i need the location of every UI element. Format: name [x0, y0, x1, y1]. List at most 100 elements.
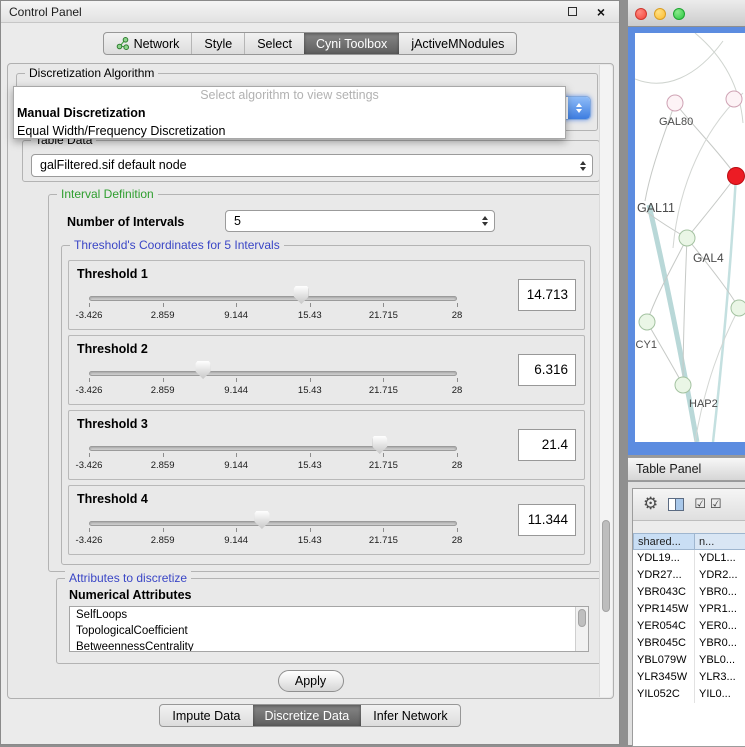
table-row[interactable]: YDR27...YDR2...	[633, 567, 745, 584]
slider-thumb[interactable]	[372, 436, 387, 454]
list-scrollbar[interactable]	[575, 607, 588, 651]
bottom-tab-bar: Impute Data Discretize Data Infer Networ…	[1, 704, 619, 727]
right-panel: GAL80 GAL11 GAL4 GCY1 HAP2 Table Panel ⚙…	[628, 0, 745, 745]
node-label: GAL4	[693, 251, 724, 265]
table-panel-header: Table Panel	[628, 457, 745, 481]
select-checkbox-icon[interactable]: ☑	[710, 498, 722, 511]
threshold-4-panel: Threshold 4 -3.426 2.859 9.144 15.43 21.…	[68, 485, 585, 555]
tab-infer-network[interactable]: Infer Network	[361, 705, 459, 726]
table-panel-title: Table Panel	[636, 462, 701, 476]
threshold-2-value-field[interactable]: 6.316	[518, 354, 576, 386]
panel-title: Control Panel	[9, 1, 82, 23]
table-row[interactable]: YBL079WYBL0...	[633, 652, 745, 669]
tab-discretize-data[interactable]: Discretize Data	[253, 705, 362, 726]
table-row[interactable]: YLR345WYLR3...	[633, 669, 745, 686]
threshold-label: Threshold 3	[77, 417, 148, 431]
tab-label: Discretize Data	[265, 709, 350, 723]
threshold-3-slider[interactable]: -3.426 2.859 9.144 15.43 21.715 28	[89, 433, 457, 477]
table-row[interactable]: YER054CYER0...	[633, 618, 745, 635]
numerical-attributes-list[interactable]: SelfLoops TopologicalCoefficient Between…	[69, 606, 589, 652]
slider-groove	[89, 371, 457, 376]
threshold-coordinates-group: Threshold's Coordinates for 5 Intervals …	[61, 245, 591, 565]
node-table[interactable]: shared... n... YDL19...YDL1... YDR27...Y…	[633, 533, 745, 746]
threshold-2-slider[interactable]: -3.426 2.859 9.144 15.43 21.715 28	[89, 358, 457, 402]
columns-icon[interactable]	[668, 498, 684, 511]
combobox-value: galFiltered.sif default node	[40, 155, 187, 176]
slider-thumb[interactable]	[196, 361, 211, 379]
column-header[interactable]: n...	[695, 533, 745, 550]
tab-label: Impute Data	[172, 709, 240, 723]
network-graph[interactable]: GAL80 GAL11 GAL4 GCY1 HAP2	[635, 33, 745, 442]
table-header-row: shared... n...	[633, 533, 745, 550]
tab-network[interactable]: Network	[104, 33, 192, 54]
network-node[interactable]	[726, 91, 742, 107]
list-item[interactable]: TopologicalCoefficient	[70, 623, 588, 639]
column-header[interactable]: shared...	[633, 533, 695, 550]
table-row[interactable]: YBR045CYBR0...	[633, 635, 745, 652]
top-tab-bar: Network Style Select Cyni Toolbox jActiv…	[1, 32, 619, 55]
threshold-2-panel: Threshold 2 -3.426 2.859 9.144 15.43 21.…	[68, 335, 585, 405]
slider-thumb[interactable]	[254, 511, 269, 529]
network-node[interactable]	[679, 230, 695, 246]
network-view-window[interactable]: GAL80 GAL11 GAL4 GCY1 HAP2	[628, 0, 745, 455]
threshold-1-value-field[interactable]: 14.713	[518, 279, 576, 311]
list-item[interactable]: SelfLoops	[70, 607, 588, 623]
tab-label: jActiveMNodules	[411, 37, 504, 51]
tab-jactivemodules[interactable]: jActiveMNodules	[399, 33, 516, 54]
numerical-attributes-label: Numerical Attributes	[69, 588, 191, 602]
threshold-4-slider[interactable]: -3.426 2.859 9.144 15.43 21.715 28	[89, 508, 457, 552]
control-panel-titlebar: Control Panel ×	[1, 1, 619, 23]
tab-label: Style	[204, 37, 232, 51]
threshold-1-slider[interactable]: -3.426 2.859 9.144 15.43 21.715 28	[89, 283, 457, 327]
threshold-label: Threshold 2	[77, 342, 148, 356]
interval-definition-group: Interval Definition Number of Intervals …	[48, 194, 604, 572]
list-scrollbar-thumb[interactable]	[578, 609, 586, 627]
network-node[interactable]	[675, 377, 691, 393]
list-item[interactable]: BetweennessCentrality	[70, 639, 588, 652]
close-icon[interactable]: ×	[597, 2, 605, 22]
table-row[interactable]: YDL19...YDL1...	[633, 550, 745, 567]
dropdown-option-equal-width-frequency[interactable]: Equal Width/Frequency Discretization	[14, 122, 565, 140]
table-toolbar: ⚙ ☑ ☑	[633, 489, 745, 521]
float-window-icon[interactable]	[568, 7, 577, 16]
select-all-checkbox-icon[interactable]: ☑	[694, 498, 706, 511]
minimize-traffic-light-icon[interactable]	[654, 8, 666, 20]
table-data-combobox[interactable]: galFiltered.sif default node	[31, 154, 593, 177]
zoom-traffic-light-icon[interactable]	[673, 8, 685, 20]
panel-scrollbar[interactable]	[599, 65, 612, 697]
slider-thumb[interactable]	[294, 286, 309, 304]
table-row[interactable]: YBR043CYBR0...	[633, 584, 745, 601]
cyni-toolbox-panel: Discretization Algorithm Table Data galF…	[7, 63, 614, 699]
tab-label: Infer Network	[373, 709, 447, 723]
network-node[interactable]	[731, 300, 745, 316]
network-window-titlebar	[628, 0, 745, 27]
network-node[interactable]	[639, 314, 655, 330]
gear-icon[interactable]: ⚙	[643, 496, 658, 513]
combo-stepper-icon[interactable]	[476, 211, 494, 231]
node-label: GCY1	[635, 339, 657, 351]
threshold-1-panel: Threshold 1 -3.426 2.859 9.144 15.43 21.…	[68, 260, 585, 330]
threshold-label: Threshold 1	[77, 267, 148, 281]
group-title: Interval Definition	[57, 187, 158, 201]
network-node[interactable]	[667, 95, 683, 111]
tab-cyni-toolbox[interactable]: Cyni Toolbox	[304, 33, 399, 54]
algorithm-dropdown-popup: Select algorithm to view settings Manual…	[13, 86, 566, 139]
tab-select[interactable]: Select	[244, 33, 304, 54]
table-row[interactable]: YIL052CYIL0...	[633, 686, 745, 703]
slider-groove	[89, 296, 457, 301]
close-traffic-light-icon[interactable]	[635, 8, 647, 20]
tab-impute-data[interactable]: Impute Data	[160, 705, 252, 726]
group-title: Discretization Algorithm	[25, 66, 158, 80]
threshold-3-value-field[interactable]: 21.4	[518, 429, 576, 461]
number-of-intervals-combobox[interactable]: 5	[225, 210, 495, 232]
combo-stepper-icon[interactable]	[568, 97, 590, 119]
network-canvas[interactable]: GAL80 GAL11 GAL4 GCY1 HAP2	[635, 33, 745, 442]
apply-button[interactable]: Apply	[278, 670, 344, 692]
threshold-4-value-field[interactable]: 11.344	[518, 504, 576, 536]
table-row[interactable]: YPR145WYPR1...	[633, 601, 745, 618]
combo-stepper-icon[interactable]	[574, 155, 592, 176]
tab-style[interactable]: Style	[191, 33, 244, 54]
network-node-selected[interactable]	[728, 168, 745, 185]
panel-scrollbar-thumb[interactable]	[602, 520, 610, 612]
dropdown-option-manual-discretization[interactable]: Manual Discretization	[14, 104, 565, 122]
